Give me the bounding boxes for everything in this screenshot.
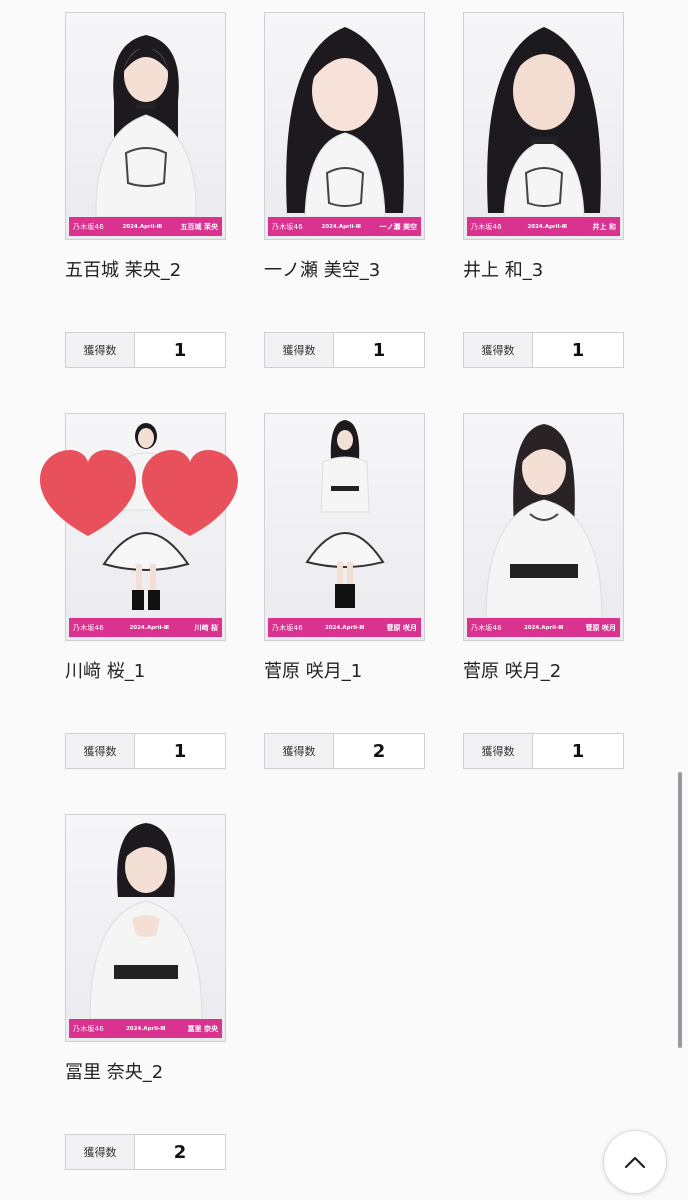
band-brand-text: 乃木坂46 xyxy=(471,623,502,632)
band-date-text: 2024.April-Ⅲ xyxy=(321,223,362,230)
band-member-name: 菅原 咲月 xyxy=(386,623,417,632)
band-brand-text: 乃木坂46 xyxy=(73,623,104,632)
photo-name-band: 乃木坂46 2024.April-Ⅲ 川﨑 桜 xyxy=(69,618,222,637)
card-title: 菅原 咲月_1 xyxy=(264,661,363,682)
band-member-name: 冨里 奈央 xyxy=(187,1024,218,1033)
count-box: 獲得数 2 xyxy=(264,733,425,769)
count-box: 獲得数 2 xyxy=(65,1134,226,1170)
band-brand-text: 乃木坂46 xyxy=(272,623,303,632)
member-photo[interactable]: 乃木坂46 2024.April-Ⅲ 冨里 奈央 xyxy=(65,814,226,1042)
count-label: 獲得数 xyxy=(66,333,135,367)
member-photo[interactable]: 乃木坂46 2024.April-Ⅲ 井上 和 xyxy=(463,12,624,240)
card-title: 五百城 茉央_2 xyxy=(65,260,182,281)
card-tomisato-nao-2[interactable]: 乃木坂46 2024.April-Ⅲ 冨里 奈央 冨里 奈央_2 獲得数 2 xyxy=(65,814,226,1170)
portrait-image xyxy=(265,13,424,217)
band-member-name: 一ノ瀬 美空 xyxy=(379,222,417,231)
card-title: 川﨑 桜_1 xyxy=(65,661,146,682)
count-value: 1 xyxy=(571,339,585,361)
band-date-text: 2024.April-Ⅲ xyxy=(125,1025,166,1032)
member-photo[interactable]: 乃木坂46 2024.April-Ⅲ 五百城 茉央 xyxy=(65,12,226,240)
card-ioki-mao-2[interactable]: 乃木坂46 2024.April-Ⅲ 五百城 茉央 五百城 茉央_2 獲得数 1 xyxy=(65,12,226,368)
photo-name-band: 乃木坂46 2024.April-Ⅲ 冨里 奈央 xyxy=(69,1019,222,1038)
count-box: 獲得数 1 xyxy=(65,733,226,769)
band-date-text: 2024.April-Ⅲ xyxy=(129,624,170,631)
count-label: 獲得数 xyxy=(265,333,334,367)
count-value: 1 xyxy=(173,740,187,762)
photo-name-band: 乃木坂46 2024.April-Ⅲ 井上 和 xyxy=(467,217,620,236)
member-photo[interactable]: 乃木坂46 2024.April-Ⅲ 菅原 咲月 xyxy=(463,413,624,641)
photo-collection-page: 乃木坂46 2024.April-Ⅲ 五百城 茉央 五百城 茉央_2 獲得数 1 xyxy=(0,0,688,1200)
count-label: 獲得数 xyxy=(66,1135,135,1169)
portrait-image xyxy=(66,815,225,1019)
band-member-name: 井上 和 xyxy=(592,222,616,231)
count-box: 獲得数 1 xyxy=(264,332,425,368)
scroll-to-top-button[interactable] xyxy=(603,1130,667,1194)
count-box: 獲得数 1 xyxy=(463,332,624,368)
count-label: 獲得数 xyxy=(265,734,334,768)
card-sugawara-satsuki-2[interactable]: 乃木坂46 2024.April-Ⅲ 菅原 咲月 菅原 咲月_2 獲得数 1 xyxy=(463,413,624,769)
card-title: 井上 和_3 xyxy=(463,260,544,281)
band-brand-text: 乃木坂46 xyxy=(73,1024,104,1033)
chevron-up-icon xyxy=(624,1156,646,1169)
count-box: 獲得数 1 xyxy=(65,332,226,368)
portrait-image xyxy=(66,13,225,217)
count-label: 獲得数 xyxy=(464,333,533,367)
card-ichinose-miku-3[interactable]: 乃木坂46 2024.April-Ⅲ 一ノ瀬 美空 一ノ瀬 美空_3 獲得数 1 xyxy=(264,12,425,368)
band-member-name: 菅原 咲月 xyxy=(585,623,616,632)
count-label: 獲得数 xyxy=(66,734,135,768)
count-value: 2 xyxy=(372,740,386,762)
count-value: 1 xyxy=(571,740,585,762)
card-sugawara-satsuki-1[interactable]: 乃木坂46 2024.April-Ⅲ 菅原 咲月 菅原 咲月_1 獲得数 2 xyxy=(264,413,425,769)
band-member-name: 五百城 茉央 xyxy=(180,222,218,231)
band-brand-text: 乃木坂46 xyxy=(471,222,502,231)
band-date-text: 2024.April-Ⅲ xyxy=(523,624,564,631)
heart-sticker-icon xyxy=(40,448,240,538)
member-photo[interactable]: 乃木坂46 2024.April-Ⅲ 菅原 咲月 xyxy=(264,413,425,641)
photo-name-band: 乃木坂46 2024.April-Ⅲ 菅原 咲月 xyxy=(268,618,421,637)
band-date-text: 2024.April-Ⅲ xyxy=(122,223,163,230)
portrait-image xyxy=(265,414,424,618)
count-label: 獲得数 xyxy=(464,734,533,768)
card-title: 菅原 咲月_2 xyxy=(463,661,562,682)
count-box: 獲得数 1 xyxy=(463,733,624,769)
band-date-text: 2024.April-Ⅲ xyxy=(527,223,568,230)
count-value: 2 xyxy=(173,1141,187,1163)
scrollbar-thumb[interactable] xyxy=(678,772,682,1048)
photo-name-band: 乃木坂46 2024.April-Ⅲ 菅原 咲月 xyxy=(467,618,620,637)
card-title: 冨里 奈央_2 xyxy=(65,1062,164,1083)
count-value: 1 xyxy=(372,339,386,361)
band-brand-text: 乃木坂46 xyxy=(272,222,303,231)
band-brand-text: 乃木坂46 xyxy=(73,222,104,231)
member-photo[interactable]: 乃木坂46 2024.April-Ⅲ 一ノ瀬 美空 xyxy=(264,12,425,240)
card-title: 一ノ瀬 美空_3 xyxy=(264,260,381,281)
portrait-image xyxy=(464,13,623,217)
portrait-image xyxy=(464,414,623,618)
card-inoue-nagi-3[interactable]: 乃木坂46 2024.April-Ⅲ 井上 和 井上 和_3 獲得数 1 xyxy=(463,12,624,368)
band-member-name: 川﨑 桜 xyxy=(194,623,218,632)
photo-name-band: 乃木坂46 2024.April-Ⅲ 五百城 茉央 xyxy=(69,217,222,236)
photo-name-band: 乃木坂46 2024.April-Ⅲ 一ノ瀬 美空 xyxy=(268,217,421,236)
band-date-text: 2024.April-Ⅲ xyxy=(324,624,365,631)
count-value: 1 xyxy=(173,339,187,361)
